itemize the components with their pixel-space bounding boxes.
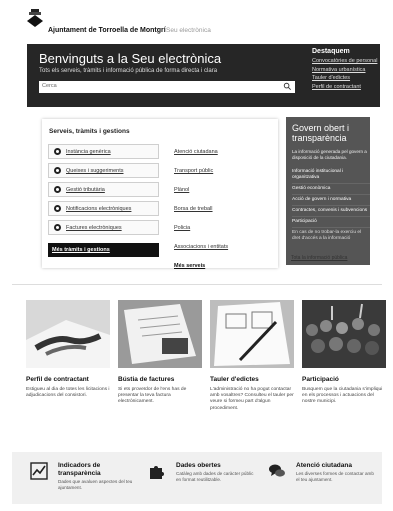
services-left-list: Instància genèrica Queixes i suggeriment… [48, 144, 159, 239]
govern-link[interactable]: Informació institucional i organitzativa [292, 167, 370, 184]
govern-link[interactable]: Contractes, convenis i subvencions [292, 206, 370, 217]
footer-item-desc: Catàleg amb dades de caràcter públic en … [176, 471, 254, 482]
services-title: Serveis, tràmits i gestions [49, 128, 130, 135]
open-government-links: Informació institucional i organitzativa… [292, 167, 370, 244]
featured-link-jobs[interactable]: Convocatòries de personal [312, 57, 378, 66]
govern-link[interactable]: Acció de govern i normativa [292, 195, 370, 206]
footer-item-title: Indicadors de transparència [58, 462, 101, 477]
footer-links: Indicadors de transparència Dades que av… [12, 452, 382, 504]
service-item-label: Gestió tributària [66, 187, 105, 193]
featured-title: Destaquem [312, 48, 350, 55]
card-title: Perfil de contractant [26, 376, 89, 383]
puzzle-icon [150, 466, 164, 479]
card-title: Participació [302, 376, 339, 383]
featured-box: Destaquem Convocatòries de personal Norm… [312, 48, 378, 91]
service-item[interactable]: Factures electròniques [48, 220, 159, 235]
services-panel: Serveis, tràmits i gestions Instància ge… [42, 119, 278, 269]
service-item-label: Factures electròniques [66, 225, 122, 231]
service-item[interactable]: Instància genèrica [48, 144, 159, 159]
service-item-label: Instància genèrica [66, 149, 111, 155]
service-link[interactable]: Associacions i entitats [174, 244, 274, 263]
site-name[interactable]: Ajuntament de Torroella de Montgrí [48, 27, 166, 34]
crowd-photo[interactable] [302, 300, 386, 368]
circle-arrow-icon [54, 167, 61, 174]
open-government-panel: Govern obert i transparència La informac… [286, 117, 370, 265]
open-government-title: Govern obert i transparència [292, 123, 350, 143]
card-contractor-profile[interactable]: Perfil de contractant Estigueu al dia de… [26, 300, 110, 399]
card-invoice-box[interactable]: Bústia de factures Si ets proveïdor de l… [118, 300, 202, 406]
top-bar: Ajuntament de Torroella de Montgrí Seu e… [12, 0, 382, 36]
service-item[interactable]: Gestió tributària [48, 182, 159, 197]
chat-bubbles-icon [269, 464, 285, 477]
card-desc: Busquem que la ciutadania s'impliqui en … [302, 387, 383, 405]
more-procedures-label: Més tràmits i gestions [52, 247, 110, 253]
all-public-info-link[interactable]: Tota la informació pública [291, 255, 347, 261]
circle-arrow-icon [54, 205, 61, 212]
section-divider [12, 284, 382, 285]
documents-photo[interactable] [210, 300, 294, 368]
services-right-list: Atenció ciutadana Transport públic Plàno… [174, 149, 274, 282]
access-right-link[interactable]: En cas de no trobar-la exerciu el dret d… [292, 228, 370, 244]
featured-link-urban-regulations[interactable]: Normativa urbanística [312, 66, 378, 75]
footer-item-desc: Dades que avaluen aspectes del teu ajunt… [58, 479, 133, 490]
service-link[interactable]: Policia [174, 225, 274, 244]
featured-link-edicts[interactable]: Tauler d'edictes [312, 74, 378, 83]
service-link[interactable]: Borsa de treball [174, 206, 274, 225]
handshake-photo[interactable] [26, 300, 110, 368]
chart-line-icon [30, 462, 48, 480]
featured-link-contractor-profile[interactable]: Perfil de contractant [312, 83, 378, 92]
footer-item-title: Atenció ciutadana [296, 462, 352, 469]
page: Ajuntament de Torroella de Montgrí Seu e… [12, 0, 386, 511]
card-edicts-board[interactable]: Tauler d'edictes L'administració no ha p… [210, 300, 294, 412]
circle-arrow-icon [54, 186, 61, 193]
govern-link[interactable]: Participació [292, 217, 370, 228]
circle-arrow-icon [54, 148, 61, 155]
card-desc: Si ets proveïdor de l'ens has de present… [118, 387, 187, 405]
invoice-photo[interactable] [118, 300, 202, 368]
card-title: Tauler d'edictes [210, 376, 259, 383]
hero-subtitle: Tots els serveis, tràmits i informació p… [39, 68, 218, 74]
search-placeholder: Cerca [42, 83, 57, 89]
service-link[interactable]: Transport públic [174, 168, 274, 187]
hero-banner: Benvinguts a la Seu electrònica Tots els… [27, 44, 380, 107]
circle-arrow-icon [54, 224, 61, 231]
feature-cards: Perfil de contractant Estigueu al dia de… [12, 300, 386, 440]
service-item[interactable]: Queixes i suggeriments [48, 163, 159, 178]
footer-item-desc: Les diverses formes de contactar amb el … [296, 471, 374, 482]
service-link[interactable]: Plànol [174, 187, 274, 206]
site-subtitle: Seu electrònica [166, 27, 211, 34]
service-item[interactable]: Notificacions electròniques [48, 201, 159, 216]
service-link[interactable]: Atenció ciutadana [174, 149, 274, 168]
more-procedures-button[interactable]: Més tràmits i gestions [48, 243, 159, 257]
footer-item-title: Dades obertes [176, 462, 221, 469]
coat-of-arms-logo[interactable] [26, 9, 44, 27]
card-desc: Estigueu al dia de totes les licitacions… [26, 387, 110, 399]
search-input[interactable]: Cerca [39, 81, 295, 93]
govern-link[interactable]: Gestió econòmica [292, 184, 370, 195]
card-desc: L'administració no ha pogut contactar am… [210, 387, 294, 411]
more-services-link[interactable]: Més serveis [174, 263, 274, 282]
card-title: Bústia de factures [118, 376, 175, 383]
search-icon[interactable] [283, 82, 292, 91]
service-item-label: Notificacions electròniques [66, 206, 132, 212]
card-participation[interactable]: Participació Busquem que la ciutadania s… [302, 300, 386, 406]
hero-title: Benvinguts a la Seu electrònica [39, 51, 222, 66]
service-item-label: Queixes i suggeriments [66, 168, 124, 174]
open-government-desc: La informació generada pel govern a disp… [292, 149, 367, 160]
